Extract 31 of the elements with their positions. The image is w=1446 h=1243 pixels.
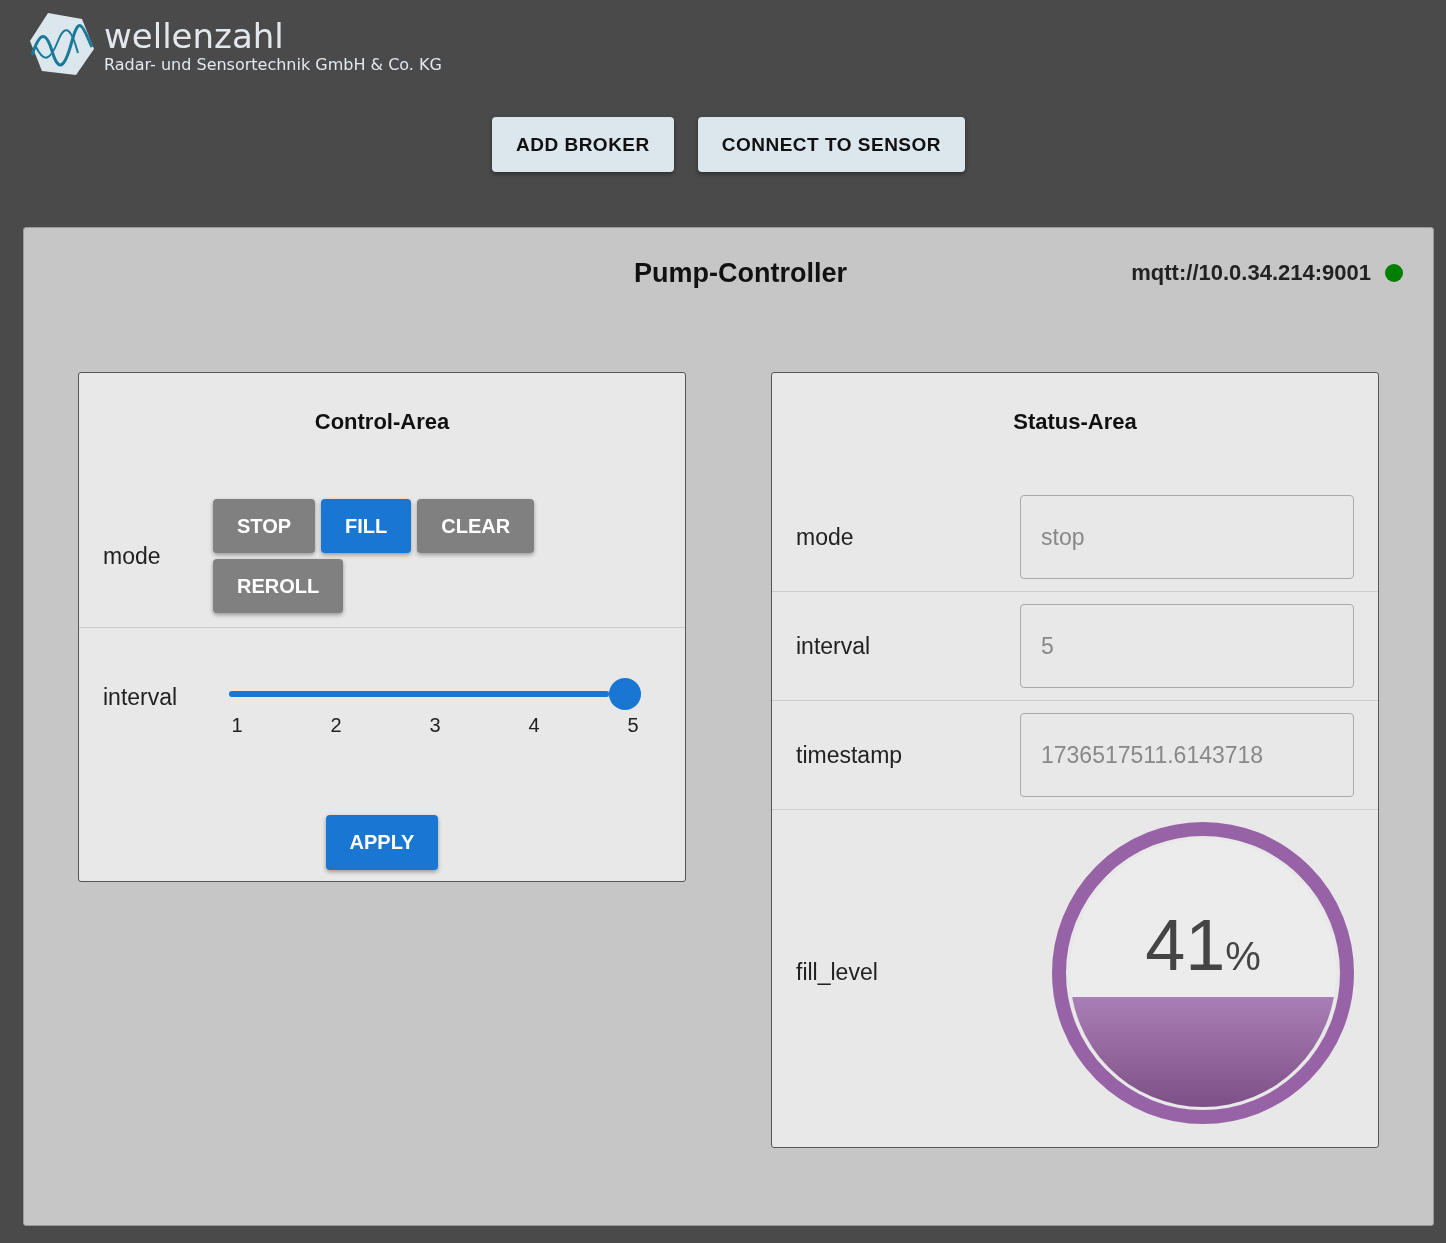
mode-button[interactable]: CLEAR — [417, 499, 535, 553]
slider-thumb[interactable] — [609, 678, 641, 710]
mode-button[interactable]: STOP — [213, 499, 316, 553]
row-label: mode — [796, 523, 855, 551]
tick-label: 3 — [428, 714, 442, 737]
row-label: interval — [796, 632, 872, 660]
tick-label: 1 — [230, 714, 244, 737]
panel-title: Pump-Controller — [634, 257, 847, 289]
action-button[interactable]: CONNECT TO SENSOR — [697, 117, 966, 172]
card-title: Status-Area — [1012, 409, 1138, 435]
action-button[interactable]: ADD BROKER — [491, 117, 674, 172]
tick-label: 2 — [329, 714, 343, 737]
row-label: interval — [103, 684, 179, 711]
brand-tagline: Radar- und Sensortechnik GmbH & Co. KG — [104, 54, 442, 74]
mode-button[interactable]: FILL — [321, 499, 412, 553]
row-label: mode — [103, 542, 162, 570]
tick-label: 4 — [527, 714, 541, 737]
gauge-unit: % — [1225, 933, 1261, 979]
card-title: Control-Area — [313, 409, 451, 435]
status-field: 1736517511.6143718 — [1020, 713, 1354, 797]
row-label: fill_level — [796, 959, 879, 986]
status-field: 5 — [1020, 604, 1354, 688]
slider[interactable] — [229, 678, 641, 710]
tick-label: 5 — [626, 714, 640, 737]
apply-button[interactable]: APPLY — [325, 815, 439, 870]
row-label: timestamp — [796, 741, 904, 769]
mode-button[interactable]: REROLL — [213, 559, 344, 613]
status-field: stop — [1020, 495, 1354, 579]
gauge-value: 41 — [1145, 903, 1226, 986]
brand-name: wellenzahl — [104, 16, 285, 55]
broker-address: mqtt://10.0.34.214:9001 — [1131, 260, 1371, 286]
